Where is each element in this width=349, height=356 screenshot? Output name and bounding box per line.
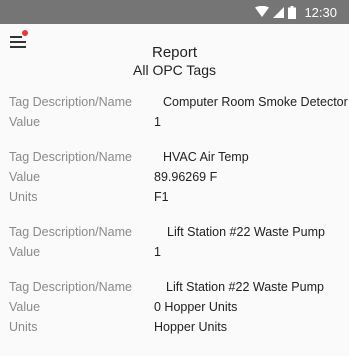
tag-record[interactable]: Tag Description/Name HVAC Air Temp Value…: [0, 147, 349, 207]
tag-record[interactable]: Tag Description/Name Lift Station #22 Wa…: [0, 277, 349, 337]
tag-row: Tag Description/Name HVAC Air Temp: [0, 147, 349, 167]
units-label: Units: [9, 190, 38, 204]
value-value: 1: [154, 115, 161, 129]
value-row: Value 1: [0, 242, 349, 262]
tag-label: Tag Description/Name: [9, 95, 132, 109]
units-row: Units F1: [0, 187, 349, 207]
tag-row: Tag Description/Name Lift Station #22 Wa…: [0, 277, 349, 297]
value-label: Value: [9, 245, 41, 259]
value-row: Value 0 Hopper Units: [0, 297, 349, 317]
value-value: 0 Hopper Units: [154, 300, 238, 314]
tag-label: Tag Description/Name: [9, 280, 132, 294]
units-value: F1: [154, 190, 169, 204]
units-row: Units Hopper Units: [0, 317, 349, 337]
units-value: Hopper Units: [154, 320, 227, 334]
tag-row: Tag Description/Name Computer Room Smoke…: [0, 92, 349, 112]
tag-record[interactable]: Tag Description/Name Computer Room Smoke…: [0, 92, 349, 132]
value-value: 1: [154, 245, 161, 259]
value-label: Value: [9, 170, 41, 184]
value-value: 89.96269 F: [154, 170, 218, 184]
wifi-icon: [255, 6, 270, 17]
tag-label: Tag Description/Name: [9, 150, 132, 164]
status-time: 12:30: [304, 4, 337, 20]
tag-value: HVAC Air Temp: [163, 150, 249, 164]
page-title: Report: [151, 44, 198, 61]
tag-label: Tag Description/Name: [9, 225, 132, 239]
notification-dot: [22, 30, 28, 36]
tag-value: Lift Station #22 Waste Pump: [167, 225, 325, 239]
value-label: Value: [9, 300, 41, 314]
value-row: Value 89.96269 F: [0, 167, 349, 187]
value-row: Value 1: [0, 112, 349, 132]
status-bar: 12:30: [0, 0, 349, 24]
tag-row: Tag Description/Name Lift Station #22 Wa…: [0, 222, 349, 242]
units-label: Units: [9, 320, 38, 334]
tag-value: Lift Station #22 Waste Pump: [166, 280, 324, 294]
page-subtitle: All OPC Tags: [133, 62, 216, 78]
tag-list: Tag Description/Name Computer Room Smoke…: [0, 92, 349, 352]
tag-value: Computer Room Smoke Detector: [163, 95, 348, 109]
cell-signal-icon: [273, 6, 285, 18]
battery-icon: [288, 5, 297, 19]
tag-record[interactable]: Tag Description/Name Lift Station #22 Wa…: [0, 222, 349, 262]
value-label: Value: [9, 115, 41, 129]
